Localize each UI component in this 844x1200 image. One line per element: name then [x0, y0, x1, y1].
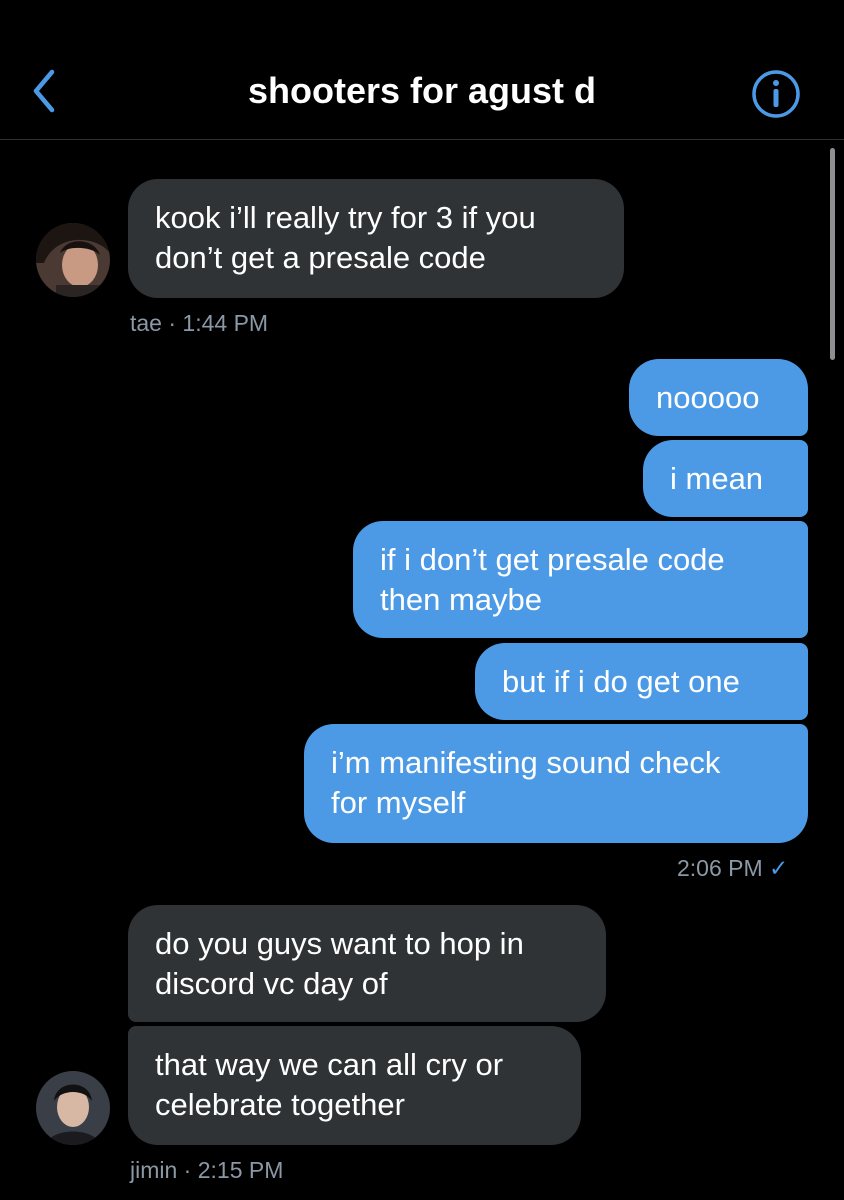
message-meta-jimin: jimin · 2:15 PM [130, 1157, 284, 1183]
message-bubble-incoming[interactable]: do you guys want to hop in discord vc da… [128, 905, 606, 1022]
message-bubble-outgoing[interactable]: if i don’t get presale code then maybe [353, 521, 808, 638]
conversation-header: shooters for agust d [0, 0, 844, 140]
message-time: 2:06 PM [677, 855, 763, 881]
message-bubble-outgoing[interactable]: nooooo [629, 359, 808, 436]
message-meta-self: 2:06 PM ✓ [677, 855, 788, 882]
message-meta-tae: tae · 1:44 PM [130, 310, 269, 336]
avatar-jimin[interactable] [36, 1071, 110, 1145]
avatar-image [36, 1071, 110, 1145]
message-bubble-outgoing[interactable]: i’m manifesting sound check for myself [304, 724, 808, 843]
read-check-icon: ✓ [769, 855, 789, 881]
conversation-title: shooters for agust d [247, 70, 597, 111]
info-button[interactable] [750, 68, 802, 120]
message-bubble-incoming[interactable]: that way we can all cry or celebrate tog… [128, 1026, 581, 1145]
scrollbar[interactable] [830, 148, 835, 360]
message-bubble-outgoing[interactable]: but if i do get one [475, 643, 808, 720]
avatar-image [36, 223, 110, 297]
avatar-tae[interactable] [36, 223, 110, 297]
message-bubble-outgoing[interactable]: i mean [643, 440, 808, 517]
info-icon [752, 70, 800, 118]
message-bubble-incoming[interactable]: kook i’ll really try for 3 if you don’t … [128, 179, 624, 298]
